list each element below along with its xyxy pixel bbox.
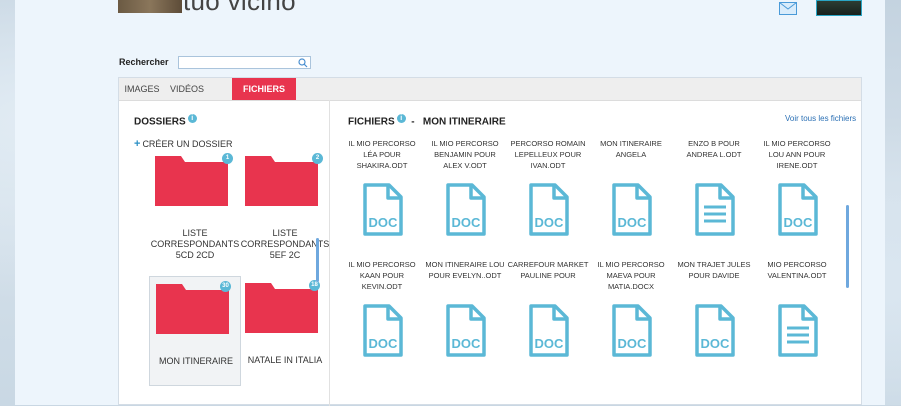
svg-text:DOC: DOC <box>618 215 648 230</box>
file-name: MON TRAJET JULES POUR DAVIDE <box>677 260 751 280</box>
text-file-icon <box>778 304 818 357</box>
file-item[interactable]: IL MIO PERCORSO LÉA POUR SHAKIRA.ODT DOC <box>341 138 423 268</box>
avatar[interactable] <box>816 0 862 16</box>
svg-text:DOC: DOC <box>535 215 565 230</box>
svg-text:DOC: DOC <box>618 336 648 351</box>
folder-item[interactable]: 30 MON ITINERAIRE <box>149 276 241 386</box>
svg-text:DOC: DOC <box>369 215 399 230</box>
text-file-icon <box>695 183 735 236</box>
file-name: MON ITINERAIRE ANGELA <box>600 139 662 159</box>
tab-files[interactable]: FICHIERS <box>232 78 296 100</box>
file-item[interactable]: MON TRAJET JULES POUR DAVIDE DOC <box>673 259 755 389</box>
file-name: PERCORSO ROMAIN LEPELLEUX POUR IVAN.ODT <box>510 139 586 170</box>
folder-icon <box>155 156 228 206</box>
doc-file-icon: DOC <box>778 183 818 236</box>
count-badge: 1 <box>222 153 233 164</box>
doc-file-icon: DOC <box>612 304 652 357</box>
file-item[interactable]: ENZO B POUR ANDREA L.ODT <box>673 138 755 268</box>
file-name: IL MIO PERCORSO LÉA POUR SHAKIRA.ODT <box>348 139 416 170</box>
folder-name: LISTE CORRESPONDANTS 5EF 2C <box>240 228 330 260</box>
tab-images[interactable]: IMAGES <box>119 78 165 100</box>
file-item[interactable]: IL MIO PERCORSO BENJAMIN POUR ALEX V.ODT… <box>424 138 506 268</box>
file-name: IL MIO PERCORSO MAEVA POUR MATIA.DOCX <box>597 260 665 291</box>
file-item[interactable]: PERCORSO ROMAIN LEPELLEUX POUR IVAN.ODT … <box>507 138 589 268</box>
file-item[interactable]: IL MIO PERCORSO KAAN POUR KEVIN.ODT DOC <box>341 259 423 389</box>
doc-file-icon: DOC <box>695 304 735 357</box>
svg-text:DOC: DOC <box>452 215 482 230</box>
file-name: IL MIO PERCORSO KAAN POUR KEVIN.ODT <box>348 260 416 291</box>
info-icon[interactable]: i <box>187 114 197 123</box>
doc-file-icon: DOC <box>612 183 652 236</box>
page-title: tuo vicino <box>183 0 296 16</box>
page: tuo vicino Rechercher IMAGES VIDÉOS FICH… <box>15 0 885 406</box>
tab-videos[interactable]: VIDÉOS <box>165 78 209 100</box>
mail-icon[interactable] <box>779 2 797 15</box>
folder-name: NATALE IN ITALIA <box>247 355 323 365</box>
svg-text:DOC: DOC <box>701 336 731 351</box>
doc-file-icon: DOC <box>446 183 486 236</box>
file-item[interactable]: CARREFOUR MARKET PAULINE POUR DOC <box>507 259 589 389</box>
file-item[interactable]: MON ITINERAIRE LOU POUR EVELYN..ODT DOC <box>424 259 506 389</box>
doc-file-icon: DOC <box>446 304 486 357</box>
folders-title: DOSSIERS i <box>134 114 197 127</box>
file-item[interactable]: MON ITINERAIRE ANGELA DOC <box>590 138 672 268</box>
tab-bar: IMAGES VIDÉOS FICHIERS <box>119 78 861 101</box>
doc-file-icon: DOC <box>363 304 403 357</box>
folder-icon <box>245 156 318 206</box>
file-name: MIO PERCORSO VALENTINA.ODT <box>767 260 827 280</box>
file-name: ENZO B POUR ANDREA L.ODT <box>686 139 742 159</box>
files-title: FICHIERS i - MON ITINERAIRE <box>348 114 506 128</box>
header-thumbnail[interactable] <box>118 0 182 13</box>
file-name: CARREFOUR MARKET PAULINE POUR <box>507 260 589 280</box>
file-name: IL MIO PERCORSO LOU ANN POUR IRENE.ODT <box>763 139 831 170</box>
file-item[interactable]: MIO PERCORSO VALENTINA.ODT <box>756 259 838 389</box>
search-icon[interactable] <box>298 58 308 68</box>
file-item[interactable]: IL MIO PERCORSO MAEVA POUR MATIA.DOCX DO… <box>590 259 672 389</box>
doc-file-icon: DOC <box>529 304 569 357</box>
svg-text:DOC: DOC <box>535 336 565 351</box>
folders-scrollbar[interactable] <box>316 238 319 282</box>
file-name: MON ITINERAIRE LOU POUR EVELYN..ODT <box>425 260 505 280</box>
folder-icon <box>156 284 229 334</box>
files-scrollbar[interactable] <box>846 205 849 288</box>
folder-name: LISTE CORRESPONDANTS 5CD 2CD <box>150 228 240 260</box>
plus-icon: + <box>134 138 141 150</box>
svg-text:DOC: DOC <box>369 336 399 351</box>
search-label: Rechercher <box>119 57 169 67</box>
create-folder-button[interactable]: + CRÉER UN DOSSIER <box>134 138 232 150</box>
file-item[interactable]: IL MIO PERCORSO LOU ANN POUR IRENE.ODT D… <box>756 138 838 268</box>
svg-text:DOC: DOC <box>452 336 482 351</box>
count-badge: 2 <box>312 153 323 164</box>
media-panel: IMAGES VIDÉOS FICHIERS DOSSIERS i + CRÉER … <box>118 77 862 406</box>
folder-item[interactable]: 1 LISTE CORRESPONDANTS 5CD 2CD <box>149 153 241 266</box>
doc-file-icon: DOC <box>363 183 403 236</box>
view-all-files-link[interactable]: Voir tous les fichiers <box>785 114 856 123</box>
info-icon[interactable]: i <box>396 114 406 123</box>
search-input[interactable] <box>178 56 311 69</box>
doc-file-icon: DOC <box>529 183 569 236</box>
file-name: IL MIO PERCORSO BENJAMIN POUR ALEX V.ODT <box>431 139 499 170</box>
svg-text:DOC: DOC <box>784 215 814 230</box>
panel-divider <box>329 100 330 406</box>
folder-icon <box>245 283 318 333</box>
count-badge: 30 <box>220 281 231 292</box>
folder-item[interactable]: 18 NATALE IN ITALIA <box>239 276 331 386</box>
